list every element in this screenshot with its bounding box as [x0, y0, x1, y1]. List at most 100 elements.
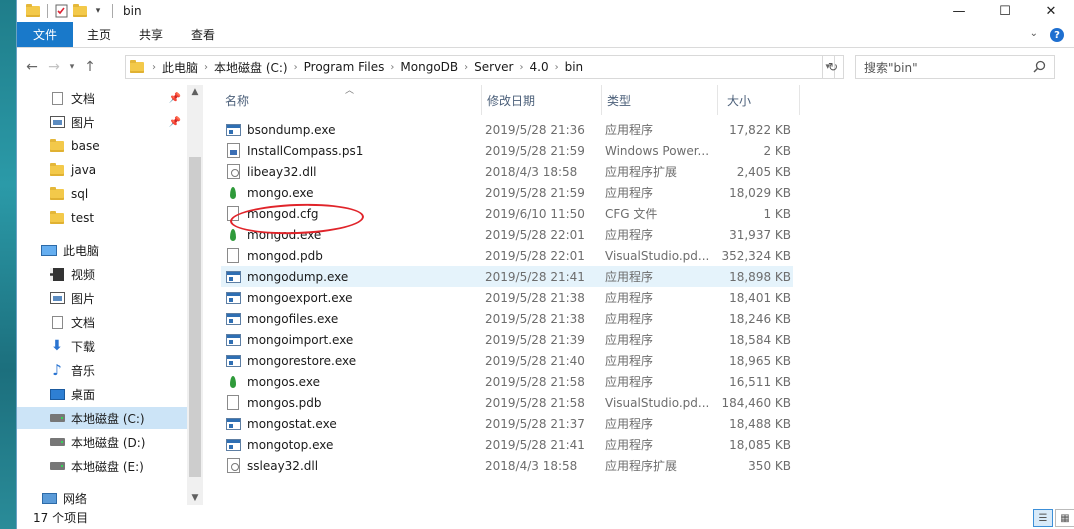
- tab-file[interactable]: 文件: [17, 22, 74, 47]
- chevron-right-icon[interactable]: ›: [464, 62, 468, 73]
- nav-item-pictures-quick[interactable]: 图片 📌: [17, 111, 187, 133]
- nav-item-sql[interactable]: sql: [17, 183, 187, 205]
- file-row[interactable]: mongo.exe 2019/5/28 21:59 应用程序 18,029 KB: [221, 182, 793, 203]
- breadcrumb-server[interactable]: Server: [474, 60, 513, 74]
- nav-item-downloads[interactable]: ⬇ 下载: [17, 335, 187, 357]
- nav-item-base[interactable]: base: [17, 135, 187, 157]
- file-name-cell[interactable]: libeay32.dll: [225, 161, 475, 182]
- column-header-type[interactable]: 类型: [607, 85, 631, 115]
- file-name-cell[interactable]: ssleay32.dll: [225, 455, 475, 476]
- properties-icon[interactable]: [54, 3, 70, 19]
- minimize-button[interactable]: —: [936, 0, 982, 22]
- column-divider[interactable]: [717, 85, 718, 115]
- chevron-right-icon[interactable]: ›: [294, 62, 298, 73]
- nav-item-test[interactable]: test: [17, 207, 187, 229]
- file-name-cell[interactable]: mongod.exe: [225, 224, 475, 245]
- file-row[interactable]: mongos.exe 2019/5/28 21:58 应用程序 16,511 KB: [221, 371, 793, 392]
- file-name-cell[interactable]: mongodump.exe: [225, 266, 475, 287]
- file-name-cell[interactable]: mongos.pdb: [225, 392, 475, 413]
- file-row[interactable]: mongod.pdb 2019/5/28 22:01 VisualStudio.pd…: [221, 245, 793, 266]
- file-name-cell[interactable]: mongo.exe: [225, 182, 475, 203]
- folder-icon[interactable]: [25, 3, 41, 19]
- nav-item-desktop[interactable]: 桌面: [17, 383, 187, 405]
- chevron-right-icon[interactable]: ›: [152, 62, 156, 73]
- tab-home[interactable]: 主页: [73, 22, 125, 47]
- file-row[interactable]: mongod.exe 2019/5/28 22:01 应用程序 31,937 KB: [221, 224, 793, 245]
- maximize-button[interactable]: ☐: [982, 0, 1028, 22]
- file-name-cell[interactable]: mongod.cfg: [225, 203, 475, 224]
- breadcrumb-program-files[interactable]: Program Files: [304, 60, 385, 74]
- nav-item-drive-d[interactable]: 本地磁盘 (D:): [17, 431, 187, 453]
- nav-item-videos[interactable]: 视频: [17, 263, 187, 285]
- close-button[interactable]: ✕: [1028, 0, 1074, 22]
- file-name-cell[interactable]: mongoimport.exe: [225, 329, 475, 350]
- nav-item-pictures[interactable]: 图片: [17, 287, 187, 309]
- file-name-cell[interactable]: bsondump.exe: [225, 119, 475, 140]
- file-row[interactable]: mongofiles.exe 2019/5/28 21:38 应用程序 18,246 …: [221, 308, 793, 329]
- file-row[interactable]: mongos.pdb 2019/5/28 21:58 VisualStudio.pd…: [221, 392, 793, 413]
- scroll-up-icon[interactable]: ▲: [187, 87, 203, 97]
- nav-item-music[interactable]: ♪ 音乐: [17, 359, 187, 381]
- nav-item-java[interactable]: java: [17, 159, 187, 181]
- column-header-date[interactable]: 修改日期: [487, 85, 535, 115]
- pin-icon[interactable]: 📌: [169, 93, 181, 104]
- help-icon[interactable]: ?: [1050, 28, 1064, 42]
- nav-item-this-pc[interactable]: 此电脑: [17, 239, 187, 261]
- file-name-cell[interactable]: mongos.exe: [225, 371, 475, 392]
- file-row[interactable]: ssleay32.dll 2018/4/3 18:58 应用程序扩展 350 KB: [221, 455, 793, 476]
- file-row[interactable]: mongod.cfg 2019/6/10 11:50 CFG 文件 1 KB: [221, 203, 793, 224]
- nav-item-documents[interactable]: 文档: [17, 311, 187, 333]
- file-row[interactable]: libeay32.dll 2018/4/3 18:58 应用程序扩展 2,405 KB: [221, 161, 793, 182]
- chevron-right-icon[interactable]: ›: [520, 62, 524, 73]
- expand-ribbon-icon[interactable]: ⌄: [1030, 28, 1038, 42]
- up-arrow-icon[interactable]: ↑: [79, 59, 101, 75]
- column-header-name[interactable]: 名称: [225, 85, 249, 115]
- tab-view[interactable]: 查看: [177, 22, 229, 47]
- recent-dropdown-icon[interactable]: ▾: [65, 62, 79, 72]
- column-header-size[interactable]: 大小: [727, 85, 751, 115]
- search-input[interactable]: 搜索"bin": [855, 55, 1055, 79]
- back-arrow-icon[interactable]: ←: [21, 59, 43, 75]
- pin-icon[interactable]: 📌: [169, 117, 181, 128]
- file-name-cell[interactable]: mongorestore.exe: [225, 350, 475, 371]
- file-name-cell[interactable]: mongoexport.exe: [225, 287, 475, 308]
- breadcrumb-this-pc[interactable]: 此电脑: [162, 59, 198, 76]
- breadcrumb-drive-c[interactable]: 本地磁盘 (C:): [214, 59, 288, 76]
- file-name-cell[interactable]: mongostat.exe: [225, 413, 475, 434]
- file-row[interactable]: mongostat.exe 2019/5/28 21:37 应用程序 18,488 K…: [221, 413, 793, 434]
- file-row[interactable]: mongodump.exe 2019/5/28 21:41 应用程序 18,898 K…: [221, 266, 793, 287]
- breadcrumb-mongodb[interactable]: MongoDB: [400, 60, 458, 74]
- scroll-down-icon[interactable]: ▼: [187, 493, 203, 503]
- nav-item-drive-e[interactable]: 本地磁盘 (E:): [17, 455, 187, 477]
- column-divider[interactable]: [481, 85, 482, 115]
- address-bar[interactable]: › 此电脑 › 本地磁盘 (C:) › Program Files › Mong…: [125, 55, 835, 79]
- customize-dropdown-icon[interactable]: ▾: [90, 3, 106, 19]
- file-name-cell[interactable]: mongotop.exe: [225, 434, 475, 455]
- chevron-right-icon[interactable]: ›: [204, 62, 208, 73]
- breadcrumb-version[interactable]: 4.0: [530, 60, 549, 74]
- refresh-icon[interactable]: ↻: [822, 55, 844, 79]
- large-icons-view-icon[interactable]: ▦: [1055, 509, 1074, 527]
- navigation-scrollbar[interactable]: ▲ ▼: [187, 85, 203, 505]
- breadcrumb-bin[interactable]: bin: [565, 60, 584, 74]
- file-name-cell[interactable]: mongod.pdb: [225, 245, 475, 266]
- file-row[interactable]: bsondump.exe 2019/5/28 21:36 应用程序 17,822 KB: [221, 119, 793, 140]
- file-row[interactable]: mongoimport.exe 2019/5/28 21:39 应用程序 18,584…: [221, 329, 793, 350]
- nav-item-documents-quick[interactable]: 文档 📌: [17, 87, 187, 109]
- file-row[interactable]: InstallCompass.ps1 2019/5/28 21:59 Windows…: [221, 140, 793, 161]
- scrollbar-thumb[interactable]: [189, 157, 201, 477]
- file-row[interactable]: mongotop.exe 2019/5/28 21:41 应用程序 18,085 KB: [221, 434, 793, 455]
- chevron-right-icon[interactable]: ›: [555, 62, 559, 73]
- forward-arrow-icon[interactable]: →: [43, 59, 65, 75]
- new-folder-icon[interactable]: [72, 3, 88, 19]
- file-name-cell[interactable]: mongofiles.exe: [225, 308, 475, 329]
- file-row[interactable]: mongoexport.exe 2019/5/28 21:38 应用程序 18,401…: [221, 287, 793, 308]
- file-name-cell[interactable]: InstallCompass.ps1: [225, 140, 475, 161]
- chevron-right-icon[interactable]: ›: [390, 62, 394, 73]
- nav-item-drive-c[interactable]: 本地磁盘 (C:): [17, 407, 187, 429]
- column-divider[interactable]: [601, 85, 602, 115]
- column-divider[interactable]: [799, 85, 800, 115]
- tab-share[interactable]: 共享: [125, 22, 177, 47]
- file-row[interactable]: mongorestore.exe 2019/5/28 21:40 应用程序 18,96…: [221, 350, 793, 371]
- details-view-icon[interactable]: ☰: [1033, 509, 1053, 527]
